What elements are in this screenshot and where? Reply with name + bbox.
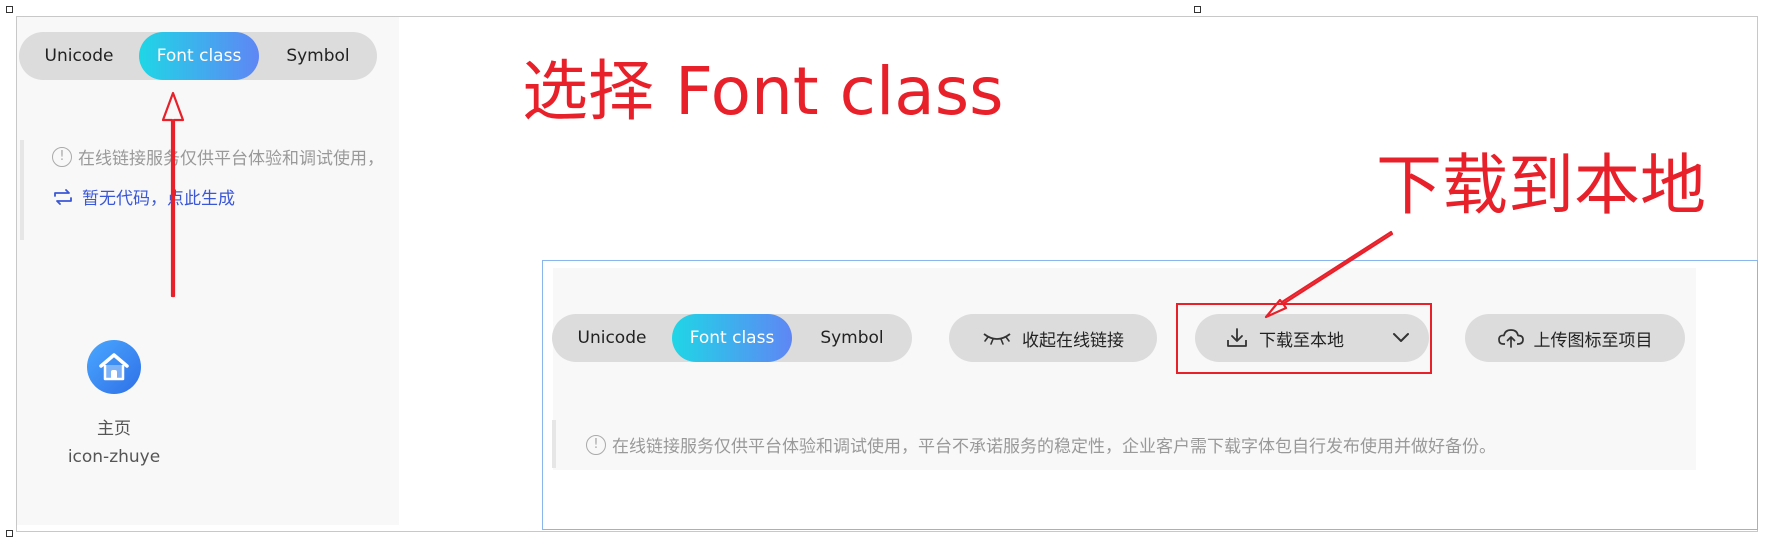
resize-handle[interactable]: [6, 530, 13, 537]
tab-unicode[interactable]: Unicode: [552, 314, 672, 362]
tab-font-class[interactable]: Font class: [672, 314, 792, 362]
tab-symbol[interactable]: Symbol: [792, 314, 912, 362]
cloud-upload-icon: [1497, 329, 1524, 348]
collapse-link-button[interactable]: 收起在线链接: [949, 314, 1157, 362]
refresh-icon: [54, 188, 72, 205]
resize-handle[interactable]: [6, 6, 13, 13]
generate-code-text: 暂无代码，点此生成: [82, 189, 235, 209]
download-local-button[interactable]: 下载至本地: [1195, 314, 1429, 362]
notice-left-text: 在线链接服务仅供平台体验和调试使用，: [78, 149, 384, 169]
notice-left: ! 在线链接服务仅供平台体验和调试使用，: [52, 144, 384, 169]
notice-right-text: 在线链接服务仅供平台体验和调试使用，平台不承诺服务的稳定性，企业客户需下载字体包…: [612, 437, 1496, 457]
annotation-select-font-class: 选择 Font class: [522, 53, 1004, 130]
notice-bar-right: ! 在线链接服务仅供平台体验和调试使用，平台不承诺服务的稳定性，企业客户需下载字…: [552, 420, 1696, 468]
icon-name: 主页: [97, 419, 131, 439]
annotation-download-local: 下载到本地: [1376, 147, 1706, 224]
notice-right: ! 在线链接服务仅供平台体验和调试使用，平台不承诺服务的稳定性，企业客户需下载字…: [586, 432, 1496, 457]
download-local-label: 下载至本地: [1259, 330, 1344, 351]
tab-symbol[interactable]: Symbol: [259, 32, 377, 80]
eye-closed-icon: [983, 333, 1011, 345]
download-icon: [1227, 328, 1247, 347]
upload-to-project-label: 上传图标至项目: [1533, 330, 1653, 351]
icon-code: icon-zhuye: [67, 447, 161, 467]
type-switch-left: Unicode Font class Symbol: [19, 32, 377, 80]
upload-to-project-button[interactable]: 上传图标至项目: [1465, 314, 1685, 362]
notice-bar-left: ! 在线链接服务仅供平台体验和调试使用， 暂无代码，点此生成: [20, 140, 403, 240]
tab-font-class[interactable]: Font class: [139, 32, 259, 80]
info-icon: !: [586, 434, 606, 455]
icon-card[interactable]: 主页 icon-zhuye: [54, 340, 174, 467]
tab-unicode[interactable]: Unicode: [19, 32, 139, 80]
home-icon: [87, 340, 141, 394]
generate-code-link[interactable]: 暂无代码，点此生成: [52, 184, 235, 209]
resize-handle[interactable]: [1194, 6, 1201, 13]
type-switch-right: Unicode Font class Symbol: [552, 314, 912, 362]
chevron-down-icon[interactable]: [1392, 332, 1410, 344]
info-icon: !: [52, 146, 72, 167]
collapse-link-label: 收起在线链接: [1022, 330, 1124, 351]
